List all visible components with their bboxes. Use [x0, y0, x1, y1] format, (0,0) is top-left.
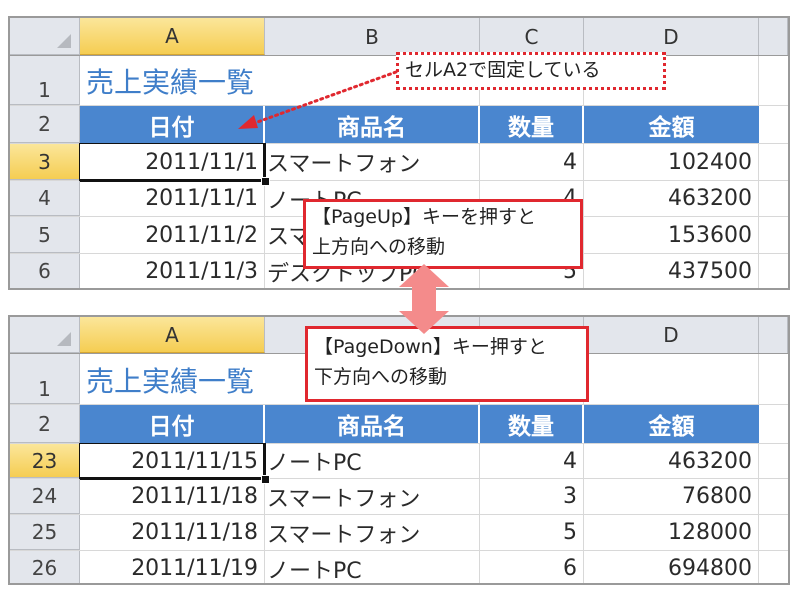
amount-cell[interactable]: 463200	[584, 444, 759, 478]
row-header[interactable]: 1	[10, 56, 80, 105]
header-cell-product[interactable]: 商品名	[265, 106, 480, 143]
date-cell[interactable]: 2011/11/3	[80, 254, 265, 288]
frozen-pane-note: セルA2で固定している	[396, 52, 666, 90]
quantity-cell[interactable]: 4	[480, 144, 584, 180]
row-header[interactable]: 25	[10, 515, 80, 550]
column-header-d[interactable]: D	[584, 18, 759, 55]
product-cell[interactable]: スマートフォン	[265, 144, 480, 180]
date-cell[interactable]: 2011/11/1	[80, 181, 265, 216]
cell[interactable]	[759, 254, 788, 288]
column-header-d[interactable]: D	[584, 317, 759, 353]
amount-cell[interactable]: 153600	[584, 217, 759, 253]
frozen-pane-note-text: セルA2で固定している	[405, 59, 601, 81]
column-header-a[interactable]: A	[80, 18, 265, 55]
cell[interactable]	[759, 354, 788, 404]
date-cell[interactable]: 2011/11/19	[80, 551, 265, 583]
product-cell[interactable]: ノートPC	[265, 444, 480, 478]
amount-cell[interactable]: 102400	[584, 144, 759, 180]
amount-cell[interactable]: 76800	[584, 479, 759, 514]
date-value: 2011/11/1	[145, 149, 258, 175]
row-header[interactable]: 3	[10, 144, 80, 180]
select-all-triangle-icon	[57, 34, 71, 48]
amount-cell[interactable]: 694800	[584, 551, 759, 583]
cell[interactable]	[759, 217, 788, 253]
header-cell-quantity[interactable]: 数量	[480, 405, 584, 443]
cell[interactable]	[759, 444, 788, 478]
page-up-note-line1: 【PageUp】キーを押すと	[312, 206, 536, 228]
sheet-title-cell[interactable]: 売上実績一覧	[80, 354, 265, 404]
page-down-note-line1: 【PageDown】キー押すと	[314, 336, 547, 358]
amount-cell[interactable]: 437500	[584, 254, 759, 288]
header-cell-product[interactable]: 商品名	[265, 405, 480, 443]
sheet-title-cell[interactable]: 売上実績一覧	[80, 56, 265, 105]
select-all-corner[interactable]	[10, 18, 80, 55]
amount-cell[interactable]: 463200	[584, 181, 759, 216]
table-row: 25 2011/11/18 スマートフォン 5 128000	[10, 515, 788, 551]
column-header-row: A B C D	[10, 18, 788, 56]
cell[interactable]	[759, 181, 788, 216]
cell[interactable]	[759, 56, 788, 105]
fill-handle[interactable]	[261, 475, 270, 484]
page-down-note-line2: 下方向への移動	[314, 366, 448, 388]
select-all-corner[interactable]	[10, 317, 80, 353]
date-value: 2011/11/15	[131, 448, 258, 474]
table-row: 26 2011/11/19 ノートPC 6 694800	[10, 551, 788, 583]
sheet-row-2: 2 日付 商品名 数量 金額	[10, 106, 788, 144]
row-header[interactable]: 24	[10, 479, 80, 514]
amount-cell[interactable]: 128000	[584, 515, 759, 550]
cell[interactable]	[759, 405, 788, 443]
table-row: 24 2011/11/18 スマートフォン 3 76800	[10, 479, 788, 515]
product-cell[interactable]: スマートフォン	[265, 515, 480, 550]
date-cell[interactable]: 2011/11/2	[80, 217, 265, 253]
page-up-note: 【PageUp】キーを押すと 上方向への移動	[303, 199, 583, 269]
header-cell-quantity[interactable]: 数量	[480, 106, 584, 143]
header-cell-date[interactable]: 日付	[80, 405, 265, 443]
active-cell[interactable]: 2011/11/15	[79, 443, 270, 484]
table-row: 3 2011/11/1 スマートフォン 4 102400	[10, 143, 788, 186]
row-header[interactable]: 2	[10, 106, 80, 143]
column-header-c[interactable]: C	[480, 18, 584, 55]
product-cell[interactable]: ノートPC	[265, 551, 480, 583]
quantity-cell[interactable]: 4	[480, 444, 584, 478]
date-cell[interactable]: 2011/11/18	[80, 479, 265, 514]
header-cell-amount[interactable]: 金額	[584, 405, 759, 443]
quantity-cell[interactable]: 5	[480, 515, 584, 550]
active-cell[interactable]: 2011/11/1	[79, 143, 270, 186]
header-cell-date[interactable]: 日付	[80, 106, 265, 143]
fill-handle[interactable]	[261, 177, 270, 186]
row-header[interactable]: 1	[10, 354, 80, 404]
page-up-note-line2: 上方向への移動	[312, 236, 446, 258]
quantity-cell[interactable]: 3	[480, 479, 584, 514]
row-header[interactable]: 6	[10, 254, 80, 288]
table-row: 23 2011/11/15 ノートPC 4 463200	[10, 443, 788, 484]
column-header-b[interactable]: B	[265, 18, 480, 55]
column-header-e[interactable]	[759, 18, 788, 55]
product-cell[interactable]: スマートフォン	[265, 479, 480, 514]
row-header[interactable]: 2	[10, 405, 80, 443]
cell[interactable]	[759, 551, 788, 583]
cell[interactable]	[759, 515, 788, 550]
row-header[interactable]: 23	[10, 444, 80, 478]
header-cell-amount[interactable]: 金額	[584, 106, 759, 143]
column-header-a[interactable]: A	[80, 317, 265, 353]
row-header[interactable]: 4	[10, 181, 80, 216]
cell[interactable]	[759, 144, 788, 180]
quantity-cell[interactable]: 6	[480, 551, 584, 583]
page-down-note: 【PageDown】キー押すと 下方向への移動	[305, 326, 589, 402]
row-header[interactable]: 26	[10, 551, 80, 583]
column-header-e[interactable]	[759, 317, 788, 353]
cell[interactable]	[584, 354, 759, 404]
cell[interactable]	[759, 479, 788, 514]
select-all-triangle-icon	[57, 332, 71, 346]
date-cell[interactable]: 2011/11/18	[80, 515, 265, 550]
cell[interactable]	[759, 106, 788, 143]
sheet-row-2: 2 日付 商品名 数量 金額	[10, 405, 788, 444]
row-header[interactable]: 5	[10, 217, 80, 253]
